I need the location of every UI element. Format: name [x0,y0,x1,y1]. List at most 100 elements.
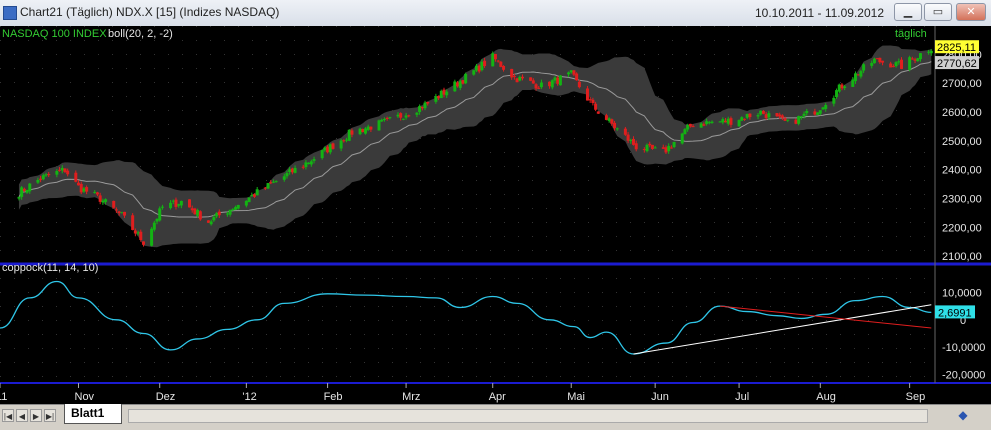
drawing-tool-icon[interactable]: ◆ [953,408,973,424]
candle-body [477,65,481,72]
maximize-button[interactable]: ▭ [924,3,952,21]
candle-body [520,76,524,79]
candle-body [271,181,275,183]
horizontal-scrollbar[interactable] [128,409,928,423]
candle-body [512,76,516,78]
close-button[interactable]: ✕ [956,3,986,21]
candle [515,77,519,83]
candle-body [139,231,143,241]
candle-body [169,202,173,209]
candle-body [699,123,703,128]
candle-body [707,122,711,124]
candle-body [805,110,809,114]
candle-body [328,144,332,153]
candle-body [558,75,562,86]
candle-body [304,162,308,168]
candle-body [591,99,595,104]
chart-area[interactable]: 2100,00 2200,00 2300,00 2400,00 2500,00 2600,… [0,26,991,404]
candle-body [721,119,725,123]
candle-body [401,118,405,120]
candle-body [117,211,121,214]
candle-body [98,195,102,202]
candle-body [215,213,219,217]
candle [358,127,362,136]
candle-body [250,195,254,197]
candle-body [415,112,419,115]
candle-body [518,76,522,81]
candle-body [759,110,763,115]
candle-body [312,159,316,161]
last-sheet-button[interactable]: ▶| [44,409,56,422]
x-tick-label: Apr [489,391,506,403]
candle-body [36,179,40,183]
title-bar: Chart21 (Täglich) NDX.X [15] (Indizes NA… [0,0,991,27]
candle [491,51,495,67]
candle-body [813,111,817,115]
tab-blatt1[interactable]: Blatt1 [64,404,122,424]
prev-sheet-button[interactable]: ◀ [16,409,28,422]
chart-app-icon [3,6,17,20]
candle-body [209,221,213,225]
candle-body [293,167,297,173]
candle [361,128,365,133]
candle-body [60,167,64,171]
candle [499,60,503,68]
candle-body [680,133,684,144]
candle-body [472,70,476,75]
candle-body [607,118,611,121]
candle-body [212,217,216,221]
candle-body [179,200,183,206]
x-tick-label: '12 [242,391,256,403]
coppock-legend: coppock(11, 14, 10) [2,262,98,274]
candle-body [79,183,83,193]
candle-body [596,111,600,114]
next-sheet-button[interactable]: ▶ [30,409,42,422]
middle-band-label: 2770,62 [937,58,977,70]
candle-body [531,80,535,84]
candle-body [93,192,97,194]
candle-body [347,129,351,141]
candle-body [496,60,500,62]
first-sheet-button[interactable]: |◀ [2,409,14,422]
candle-body [529,77,533,81]
candle-body [724,120,728,123]
candle-body [350,130,354,135]
candle-body [28,183,32,192]
candle-body [77,182,81,186]
candle-body [927,51,931,53]
candle [596,111,600,114]
date-range-label: 10.10.2011 - 11.09.2012 [755,6,884,20]
candle-body [133,230,137,234]
candle [131,213,135,231]
candle-body [174,199,178,207]
candle [575,72,579,81]
candle-body [767,113,771,118]
candle-body [493,53,497,60]
candle-body [66,170,70,175]
candle-body [236,204,240,209]
minimize-button[interactable]: ▁ [894,3,922,21]
candle-body [404,115,408,118]
candle-body [358,128,362,135]
candle-body [464,73,468,84]
candle-body [718,121,722,123]
candle-body [480,61,484,71]
candle-body [160,206,164,208]
coppock-panel-bg [0,266,934,382]
candle-body [377,120,381,131]
candle [150,227,154,247]
candle-body [290,168,294,173]
candle-body [363,128,367,134]
candle-body [483,60,487,67]
x-tick-label: 11 [0,391,7,403]
candle [347,129,351,142]
candle-body [818,110,822,114]
candle-body [155,218,159,222]
candle-body [729,118,733,125]
candle-body [380,119,384,122]
candle-body [556,77,560,84]
candle-body [610,119,614,124]
candle-body [653,147,657,149]
boll-legend: boll(20, 2, -2) [108,28,173,40]
price-tick-label: 2700,00 [942,78,982,90]
